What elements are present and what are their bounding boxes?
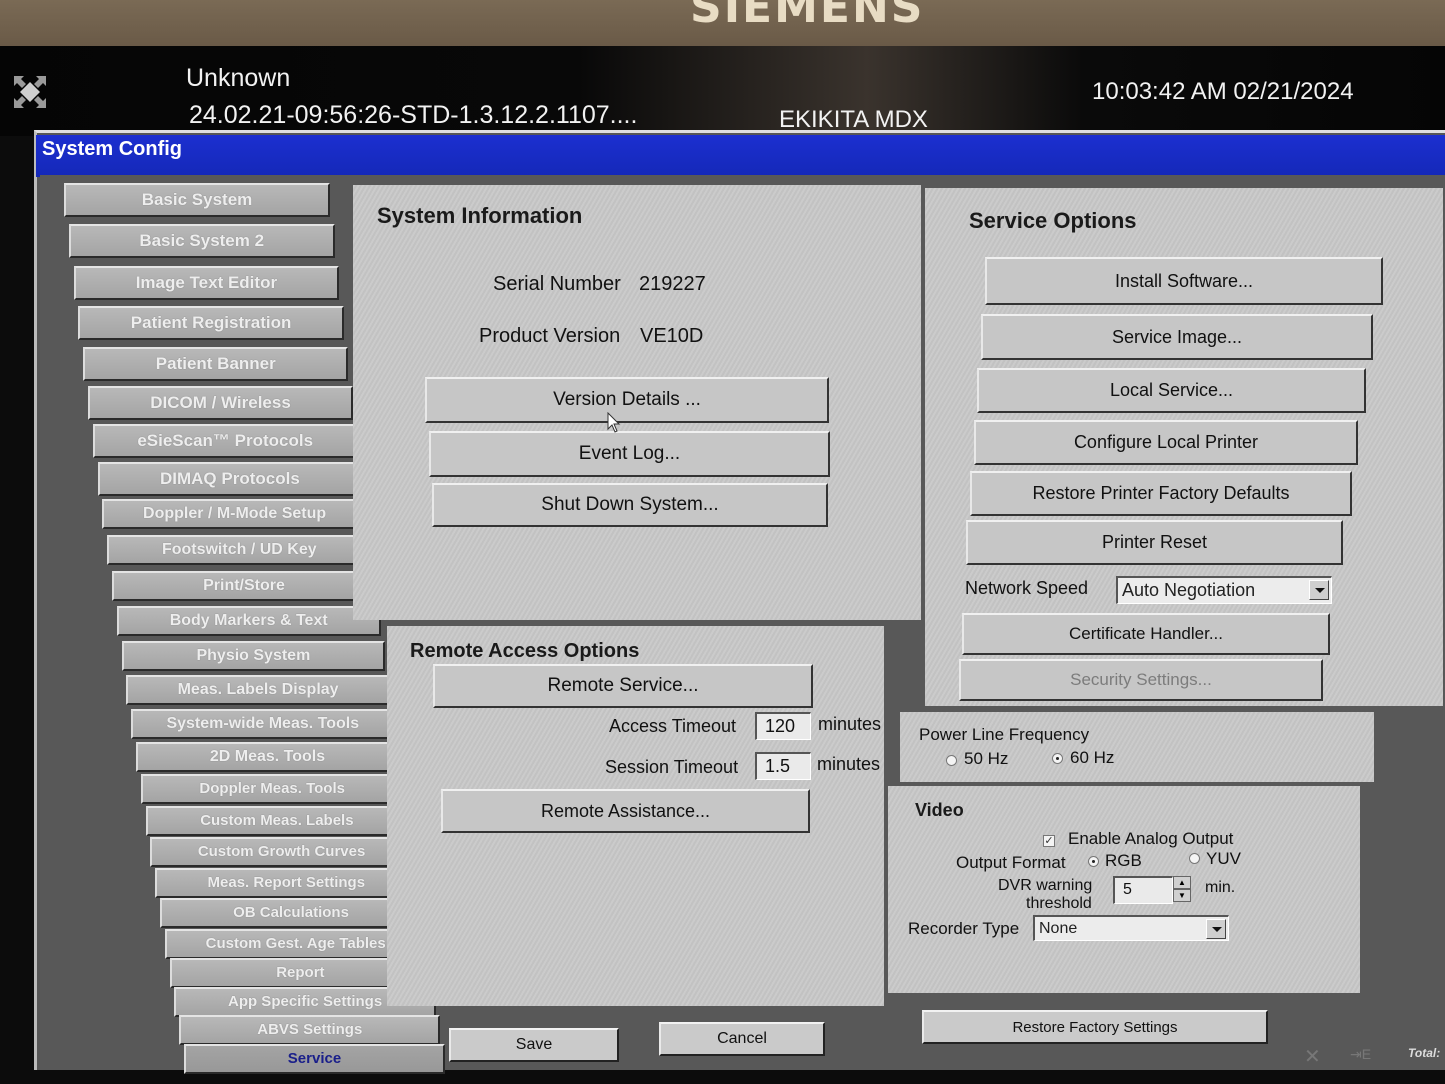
video-title: Video (915, 800, 964, 820)
spin-up-icon[interactable]: ▲ (1173, 876, 1191, 889)
session-timeout-unit: minutes (817, 754, 881, 774)
sidebar-item-abvs-settings[interactable]: ABVS Settings (179, 1015, 441, 1045)
recorder-type-value: None (1039, 920, 1078, 937)
date-time: 10:03:42 AM 02/21/2024 (1092, 78, 1354, 105)
access-timeout-label: Access Timeout (609, 716, 737, 736)
restore-printer-factory-defaults-button[interactable]: Restore Printer Factory Defaults (970, 471, 1352, 516)
remote-assistance-button[interactable]: Remote Assistance... (441, 789, 810, 833)
recorder-type-select[interactable]: None (1033, 915, 1229, 941)
service-image-button[interactable]: Service Image... (981, 314, 1373, 360)
enable-analog-label: Enable Analog Output (1068, 829, 1234, 848)
mouse-cursor-icon (607, 412, 621, 433)
serial-number-label: Serial Number (493, 273, 621, 295)
serial-number-value: 219227 (639, 273, 706, 295)
sidebar-item-ob-calculations[interactable]: OB Calculations (160, 898, 422, 928)
event-log-button[interactable]: Event Log... (429, 431, 830, 477)
session-timeout-label: Session Timeout (605, 757, 739, 777)
remote-service-button[interactable]: Remote Service... (433, 664, 813, 708)
security-settings-button: Security Settings... (959, 659, 1323, 701)
remote-access-title: Remote Access Options (410, 640, 640, 662)
sidebar-item-footswitch-ud-key[interactable]: Footswitch / UD Key (107, 535, 372, 565)
sidebar-item-dimaq-protocols[interactable]: DIMAQ Protocols (97, 462, 363, 496)
radio-50hz-label: 50 Hz (964, 749, 1009, 768)
access-timeout-input[interactable]: 120 (755, 712, 811, 740)
network-speed-select[interactable]: Auto Negotiation (1116, 576, 1332, 604)
sidebar-item-print-store[interactable]: Print/Store (112, 571, 376, 601)
sidebar-item-body-markers-text[interactable]: Body Markers & Text (116, 606, 381, 636)
radio-50hz[interactable] (946, 755, 957, 766)
network-speed-label: Network Speed (965, 578, 1089, 598)
sidebar-item-patient-banner[interactable]: Patient Banner (83, 347, 349, 381)
network-speed-value: Auto Negotiation (1122, 580, 1256, 600)
sidebar-item-service[interactable]: Service (184, 1044, 445, 1074)
cancel-button[interactable]: Cancel (659, 1022, 825, 1056)
sidebar-item-2d-meas-tools[interactable]: 2D Meas. Tools (136, 742, 399, 772)
product-version-label: Product Version (479, 325, 621, 347)
dropdown-arrow-icon[interactable] (1309, 580, 1329, 600)
sidebar-item-basic-system-2[interactable]: Basic System 2 (68, 224, 335, 258)
recorder-type-label: Recorder Type (908, 919, 1020, 938)
window-titlebar: System Config (36, 135, 1445, 177)
service-options-title: Service Options (969, 208, 1137, 233)
enable-analog-checkbox[interactable]: ✓ (1043, 835, 1055, 847)
sidebar-item-system-wide-meas-tools[interactable]: System-wide Meas. Tools (131, 709, 395, 739)
dvr-warning-label: DVR warning (998, 877, 1093, 894)
sidebar-item-physio-system[interactable]: Physio System (121, 641, 386, 671)
sidebar-item-image-text-editor[interactable]: Image Text Editor (73, 266, 340, 300)
radio-rgb[interactable] (1088, 856, 1099, 867)
sidebar-item-custom-growth-curves[interactable]: Custom Growth Curves (150, 837, 413, 867)
network-status-icon: ⇥E (1350, 1046, 1372, 1062)
system-info-title: System Information (377, 203, 583, 228)
radio-yuv[interactable] (1189, 853, 1200, 864)
sidebar-item-esiescan-protocols[interactable]: eSieScan™ Protocols (92, 424, 358, 458)
sidebar-item-dicom-wireless[interactable]: DICOM / Wireless (88, 386, 353, 420)
power-line-title: Power Line Frequency (919, 725, 1090, 744)
close-x-icon: ✕ (1304, 1046, 1321, 1068)
product-version-value: VE10D (640, 325, 704, 347)
dvr-threshold-label: threshold (1026, 895, 1092, 912)
patient-name: Unknown (186, 64, 291, 92)
sidebar-item-custom-meas-labels[interactable]: Custom Meas. Labels (145, 806, 409, 836)
radio-60hz-label: 60 Hz (1070, 748, 1115, 767)
dvr-threshold-input[interactable]: 5 (1113, 876, 1173, 904)
sidebar-item-doppler-meas-tools[interactable]: Doppler Meas. Tools (140, 774, 404, 804)
dvr-unit: min. (1205, 879, 1236, 896)
window-title: System Config (42, 138, 183, 160)
printer-reset-button[interactable]: Printer Reset (966, 520, 1343, 565)
monitor-bezel: SIEMENS (0, 0, 1445, 46)
version-details-button[interactable]: Version Details ... (425, 377, 829, 423)
power-line-panel (900, 712, 1374, 782)
session-timeout-input[interactable]: 1.5 (755, 752, 811, 780)
restore-factory-settings-button[interactable]: Restore Factory Settings (922, 1010, 1268, 1044)
local-service-button[interactable]: Local Service... (977, 368, 1366, 413)
certificate-handler-button[interactable]: Certificate Handler... (962, 613, 1330, 655)
install-software-button[interactable]: Install Software... (985, 257, 1383, 305)
save-button[interactable]: Save (449, 1028, 619, 1062)
spin-down-icon[interactable]: ▼ (1173, 889, 1191, 902)
study-id: 24.02.21-09:56:26-STD-1.3.12.2.1107.... (189, 101, 638, 129)
total-label: Total: (1408, 1046, 1441, 1060)
move-arrows-icon[interactable] (10, 72, 50, 112)
sidebar-item-doppler-m-mode-setup[interactable]: Doppler / M-Mode Setup (102, 499, 367, 529)
dvr-threshold-spinner[interactable]: ▲ ▼ (1173, 876, 1191, 902)
output-format-label: Output Format (956, 853, 1066, 872)
dropdown-arrow-icon[interactable] (1206, 919, 1226, 939)
sidebar-item-meas-labels-display[interactable]: Meas. Labels Display (126, 675, 390, 705)
sidebar-item-basic-system[interactable]: Basic System (64, 183, 330, 217)
sidebar-item-patient-registration[interactable]: Patient Registration (78, 306, 344, 340)
radio-yuv-label: YUV (1206, 849, 1241, 868)
sidebar-item-meas-report-settings[interactable]: Meas. Report Settings (155, 868, 418, 898)
brand-logo: SIEMENS (690, 0, 925, 33)
configure-local-printer-button[interactable]: Configure Local Printer (974, 420, 1358, 465)
shut-down-system-button[interactable]: Shut Down System... (432, 483, 828, 527)
radio-rgb-label: RGB (1105, 851, 1142, 870)
radio-60hz[interactable] (1052, 753, 1063, 764)
access-timeout-unit: minutes (818, 714, 882, 734)
